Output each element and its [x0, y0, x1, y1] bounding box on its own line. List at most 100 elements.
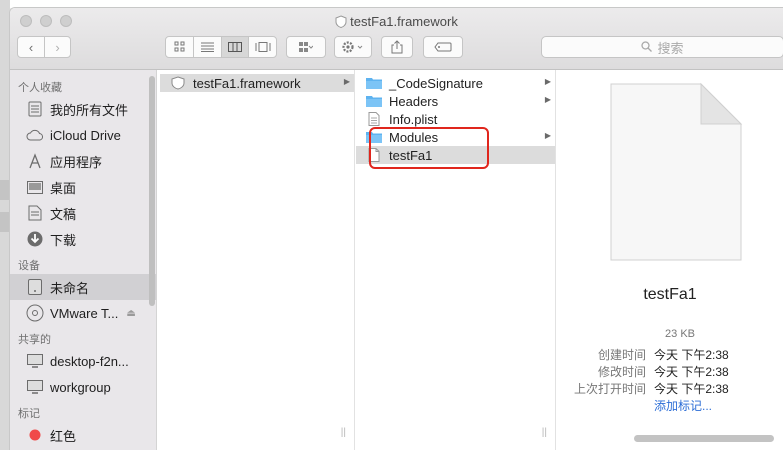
arrange-grid-icon — [299, 42, 313, 52]
desktop-icon — [26, 178, 44, 196]
sidebar-item-red-tag[interactable]: 红色 — [10, 422, 156, 448]
tag-icon — [434, 42, 452, 52]
sidebar-section-favorites: 个人收藏 — [18, 82, 62, 94]
columns-icon — [228, 42, 243, 52]
sidebar-item-label: 红色 — [50, 428, 77, 444]
chevron-left-icon: ‹ — [28, 39, 34, 55]
sidebar-item-downloads[interactable]: 下载 — [10, 226, 156, 252]
preview-pane: testFa1 23 KB 创建时间 今天 下午2:38 修改时间 今天 下午2… — [557, 70, 783, 450]
red-tag-icon — [26, 426, 44, 444]
column-item-framework[interactable]: testFa1.framework ▶ — [160, 74, 354, 92]
disk-icon — [26, 278, 44, 296]
column-item-label: _CodeSignature — [389, 75, 483, 91]
sidebar-section-devices: 设备 — [18, 260, 40, 272]
sidebar-item-label: workgroup — [50, 379, 111, 395]
sidebar-item-label: 桌面 — [50, 180, 77, 196]
navigation-buttons: ‹ › — [17, 36, 71, 58]
browser-column-1: testFa1.framework ▶ || — [160, 70, 355, 450]
list-icon — [201, 42, 215, 52]
gear-icon — [342, 41, 363, 53]
disclosure-arrow-icon: ▶ — [544, 131, 551, 140]
back-button[interactable]: ‹ — [18, 37, 44, 57]
sidebar-item-workgroup[interactable]: workgroup — [10, 374, 156, 400]
tags-button[interactable] — [423, 36, 463, 58]
chevron-right-icon: › — [55, 39, 60, 55]
column-resize-handle[interactable]: || — [542, 427, 547, 438]
sidebar-item-label: 我的所有文件 — [50, 102, 129, 118]
column-view-button[interactable] — [220, 37, 249, 57]
sidebar-item-label: 应用程序 — [50, 154, 103, 170]
add-tags-link[interactable]: 添加标记... — [654, 397, 712, 414]
eject-icon[interactable]: ⏏ — [126, 308, 135, 319]
preview-metadata: 创建时间 今天 下午2:38 修改时间 今天 下午2:38 上次打开时间 今天 … — [557, 346, 783, 414]
sidebar-item-label: VMware T... — [50, 305, 119, 321]
meta-value: 今天 下午2:38 — [654, 382, 729, 396]
meta-key: 创建时间 — [597, 348, 646, 362]
preview-file-size: 23 KB — [665, 328, 695, 340]
gallery-icon — [255, 42, 271, 52]
sidebar-item-documents[interactable]: 文稿 — [10, 200, 156, 226]
meta-tags: 添加标记... — [557, 397, 783, 414]
window-title: testFa1.framework — [10, 14, 783, 29]
sidebar-item-vmware[interactable]: VMware T... ⏏ — [10, 300, 156, 326]
title-bar: testFa1.framework ‹ › 搜索 — [10, 8, 783, 70]
sidebar-item-label: 未命名 — [50, 280, 90, 296]
computer-icon — [26, 352, 44, 370]
all-files-icon — [26, 100, 44, 118]
finder-window: testFa1.framework ‹ › 搜索 个人收藏 我的所有文件 iCl… — [10, 8, 783, 450]
column-item-label: Info.plist — [389, 111, 438, 127]
column-item-headers[interactable]: Headers ▶ — [356, 92, 555, 110]
search-field[interactable]: 搜索 — [541, 36, 783, 58]
sidebar-item-all-files[interactable]: 我的所有文件 — [10, 96, 156, 122]
forward-button[interactable]: › — [44, 37, 70, 57]
cloud-icon — [26, 126, 44, 144]
disclosure-arrow-icon: ▶ — [343, 77, 350, 86]
column-resize-handle[interactable]: || — [341, 427, 346, 438]
horizontal-scrollbar[interactable] — [634, 435, 774, 442]
share-icon — [391, 40, 403, 54]
icon-view-button[interactable] — [166, 37, 193, 57]
folder-icon — [366, 96, 382, 107]
sidebar-section-tags: 标记 — [18, 408, 40, 420]
sidebar-item-desktop-f2n[interactable]: desktop-f2n... — [10, 348, 156, 374]
meta-created: 创建时间 今天 下午2:38 — [557, 346, 783, 363]
meta-value: 今天 下午2:38 — [654, 348, 729, 362]
gallery-view-button[interactable] — [248, 37, 276, 57]
sidebar-item-desktop[interactable]: 桌面 — [10, 174, 156, 200]
sidebar-item-label: 下载 — [50, 232, 77, 248]
sidebar-item-icloud[interactable]: iCloud Drive — [10, 122, 156, 148]
grid-icon — [174, 41, 185, 52]
column-item-label: testFa1.framework — [193, 75, 301, 91]
sidebar-item-label: desktop-f2n... — [50, 353, 129, 369]
desktop-background — [0, 0, 783, 8]
sidebar: 个人收藏 我的所有文件 iCloud Drive 应用程序 桌面 文稿 下载 设… — [10, 70, 157, 450]
sidebar-scrollbar[interactable] — [149, 76, 155, 306]
background-window-edge — [0, 0, 10, 450]
column-item-info-plist[interactable]: Info.plist — [356, 110, 555, 128]
framework-icon — [335, 15, 347, 28]
computer-icon — [26, 378, 44, 396]
meta-value: 今天 下午2:38 — [654, 365, 729, 379]
share-button[interactable] — [381, 36, 413, 58]
document-preview-icon — [610, 82, 743, 261]
downloads-icon — [26, 230, 44, 248]
list-view-button[interactable] — [193, 37, 221, 57]
dvd-icon — [26, 304, 44, 322]
arrange-button[interactable] — [286, 36, 326, 58]
applications-icon — [26, 152, 44, 170]
search-icon — [641, 40, 653, 55]
sidebar-item-label: 文稿 — [50, 206, 77, 222]
view-mode-buttons — [165, 36, 277, 58]
column-item-label: Headers — [389, 93, 439, 109]
search-placeholder: 搜索 — [657, 40, 684, 56]
column-item-codesignature[interactable]: _CodeSignature ▶ — [356, 74, 555, 92]
sidebar-item-unnamed-disk[interactable]: 未命名 — [10, 274, 156, 300]
sidebar-item-applications[interactable]: 应用程序 — [10, 148, 156, 174]
documents-icon — [26, 204, 44, 222]
framework-icon — [171, 76, 185, 90]
plist-file-icon — [368, 112, 380, 126]
meta-key: 上次打开时间 — [573, 382, 646, 396]
meta-key: 修改时间 — [597, 365, 646, 379]
preview-file-name: testFa1 — [643, 286, 697, 303]
action-button[interactable] — [334, 36, 372, 58]
